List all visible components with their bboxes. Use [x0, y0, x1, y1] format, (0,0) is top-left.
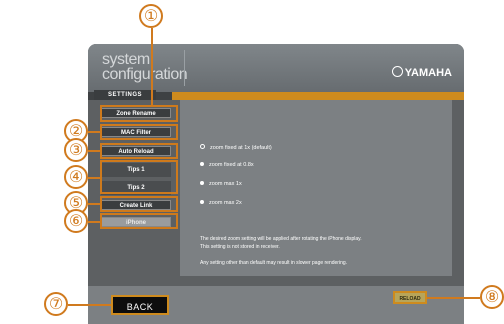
note-slower-rendering: Any setting other than default may resul…: [200, 260, 348, 266]
callout-leader-7: [68, 304, 111, 306]
radio-icon: [200, 181, 204, 185]
zoom-option-1x-default[interactable]: zoom fixed at 1x (default): [200, 144, 272, 152]
highlight-iphone: [100, 213, 178, 229]
option-label: zoom fixed at 0.8x: [209, 162, 254, 168]
app-title-line2: configuration: [102, 66, 188, 83]
header-bar: system configuration YAMAHA: [88, 44, 464, 92]
callout-6: ⑥: [64, 209, 88, 233]
content-header-strip: [172, 92, 464, 100]
zoom-option-max-1x[interactable]: zoom max 1x: [200, 181, 242, 188]
option-label: zoom fixed at 1x (default): [210, 145, 272, 151]
brand-name: YAMAHA: [404, 67, 452, 79]
callout-8: ⑧: [480, 285, 504, 309]
zoom-option-max-2x[interactable]: zoom max 2x: [200, 200, 242, 207]
highlight-zone-rename: [100, 105, 178, 122]
callout-1: ①: [139, 4, 163, 28]
note-not-stored: This setting is not stored in receiver.: [200, 244, 280, 250]
callout-leader-5: [88, 203, 100, 205]
callout-leader-6: [88, 221, 100, 223]
radio-selected-icon: [200, 144, 205, 149]
callout-leader-2: [88, 131, 100, 133]
callout-leader-3: [88, 150, 100, 152]
callout-leader-8: [427, 297, 480, 299]
highlight-auto-reload: [100, 143, 178, 159]
option-label: zoom max 1x: [209, 181, 242, 187]
callout-leader-4: [88, 177, 100, 179]
callout-4: ④: [64, 165, 88, 189]
callout-7: ⑦: [44, 292, 68, 316]
yamaha-logo-icon: [391, 66, 403, 77]
radio-icon: [200, 162, 204, 166]
radio-icon: [200, 200, 204, 204]
option-label: zoom max 2x: [209, 200, 242, 206]
zoom-option-0-8x[interactable]: zoom fixed at 0.8x: [200, 162, 254, 169]
tab-settings[interactable]: SETTINGS: [94, 90, 156, 100]
brand-logo: YAMAHA: [391, 66, 452, 79]
note-rotate: The desired zoom setting will be applied…: [200, 236, 362, 242]
callout-3: ③: [64, 138, 88, 162]
app-title-line1: system: [102, 51, 150, 68]
callout-leader-1: [151, 28, 153, 105]
highlight-mac-filter: [100, 124, 178, 140]
back-button[interactable]: BACK: [111, 295, 169, 315]
title-divider: [184, 50, 185, 86]
highlight-tips: [100, 160, 178, 194]
highlight-create-link: [100, 196, 178, 212]
reload-button[interactable]: RELOAD: [393, 291, 427, 304]
zoom-settings-content: zoom fixed at 1x (default) zoom fixed at…: [180, 100, 452, 276]
